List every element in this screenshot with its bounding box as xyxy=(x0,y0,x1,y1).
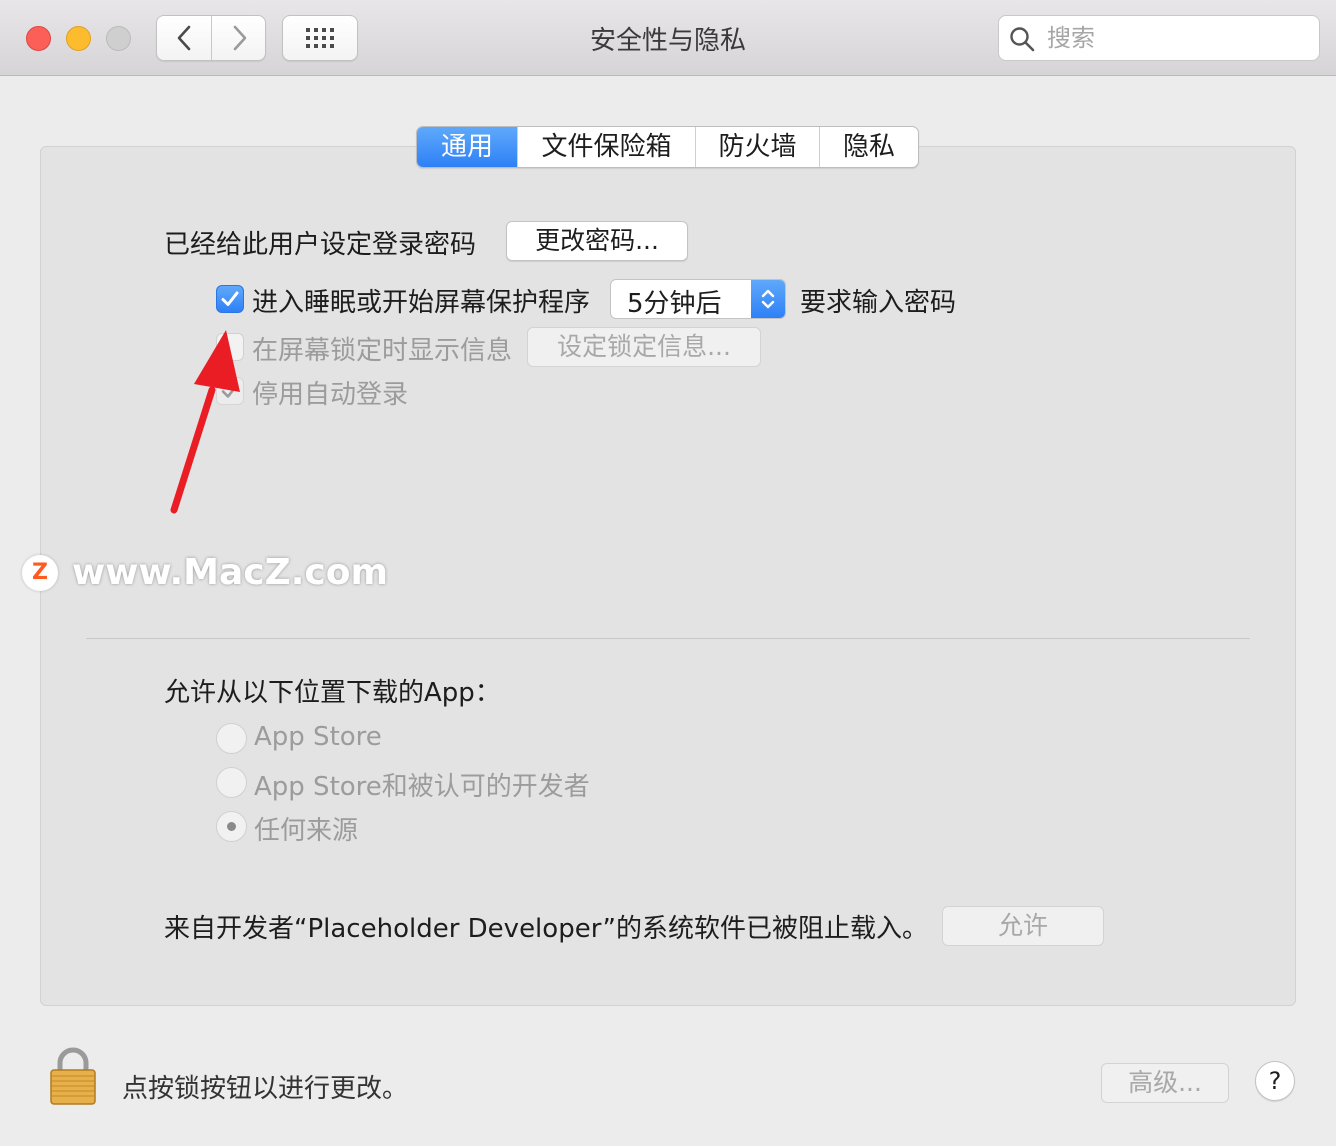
tab-filevault[interactable]: 文件保险箱 xyxy=(518,127,696,167)
radio-app-store[interactable] xyxy=(216,723,247,754)
download-heading: 允许从以下位置下载的App： xyxy=(164,678,501,708)
search-field[interactable] xyxy=(998,15,1320,61)
watermark: Z www.MacZ.com xyxy=(22,552,388,593)
radio-app-store-label: App Store xyxy=(254,722,382,752)
allow-button[interactable]: 允许 xyxy=(942,906,1104,946)
watermark-logo: Z xyxy=(22,554,58,591)
checkmark-icon xyxy=(221,291,239,306)
annotation-arrow-icon xyxy=(170,330,240,514)
require-password-suffix: 要求输入密码 xyxy=(800,288,957,318)
stepper-arrows xyxy=(751,280,785,318)
updown-chevron-icon xyxy=(761,289,775,309)
watermark-text: www.MacZ.com xyxy=(72,552,388,593)
advanced-button[interactable]: 高级... xyxy=(1101,1063,1229,1103)
tab-bar: 通用 文件保险箱 防火墙 隐私 xyxy=(416,126,919,168)
show-message-label: 在屏幕锁定时显示信息 xyxy=(252,336,513,366)
search-icon xyxy=(1010,27,1035,52)
radio-anywhere[interactable] xyxy=(216,811,247,842)
set-lock-message-button[interactable]: 设定锁定信息... xyxy=(527,327,761,367)
require-password-label: 进入睡眠或开始屏幕保护程序 xyxy=(252,288,591,318)
blocked-software-text: 来自开发者“Placeholder Developer”的系统软件已被阻止载入。 xyxy=(164,914,928,944)
tab-general[interactable]: 通用 xyxy=(417,127,518,167)
lock-icon[interactable] xyxy=(48,1046,98,1106)
radio-selected-dot xyxy=(227,822,236,831)
radio-anywhere-label: 任何来源 xyxy=(254,816,359,846)
tab-firewall[interactable]: 防火墙 xyxy=(696,127,820,167)
search-input[interactable] xyxy=(1045,22,1305,54)
section-divider xyxy=(86,638,1250,639)
password-delay-value: 5分钟后 xyxy=(627,289,722,319)
disable-autologin-label: 停用自动登录 xyxy=(252,380,409,410)
password-set-text: 已经给此用户设定登录密码 xyxy=(164,230,477,260)
help-button[interactable]: ? xyxy=(1255,1061,1295,1101)
require-password-checkbox[interactable] xyxy=(216,285,244,313)
change-password-button[interactable]: 更改密码... xyxy=(506,221,688,261)
tab-privacy[interactable]: 隐私 xyxy=(820,127,918,167)
radio-app-store-identified-label: App Store和被认可的开发者 xyxy=(254,772,590,802)
radio-app-store-identified[interactable] xyxy=(216,767,247,798)
password-delay-select[interactable]: 5分钟后 xyxy=(610,279,786,319)
lock-hint-text: 点按锁按钮以进行更改。 xyxy=(122,1074,409,1104)
title-bar: 安全性与隐私 xyxy=(0,0,1336,76)
